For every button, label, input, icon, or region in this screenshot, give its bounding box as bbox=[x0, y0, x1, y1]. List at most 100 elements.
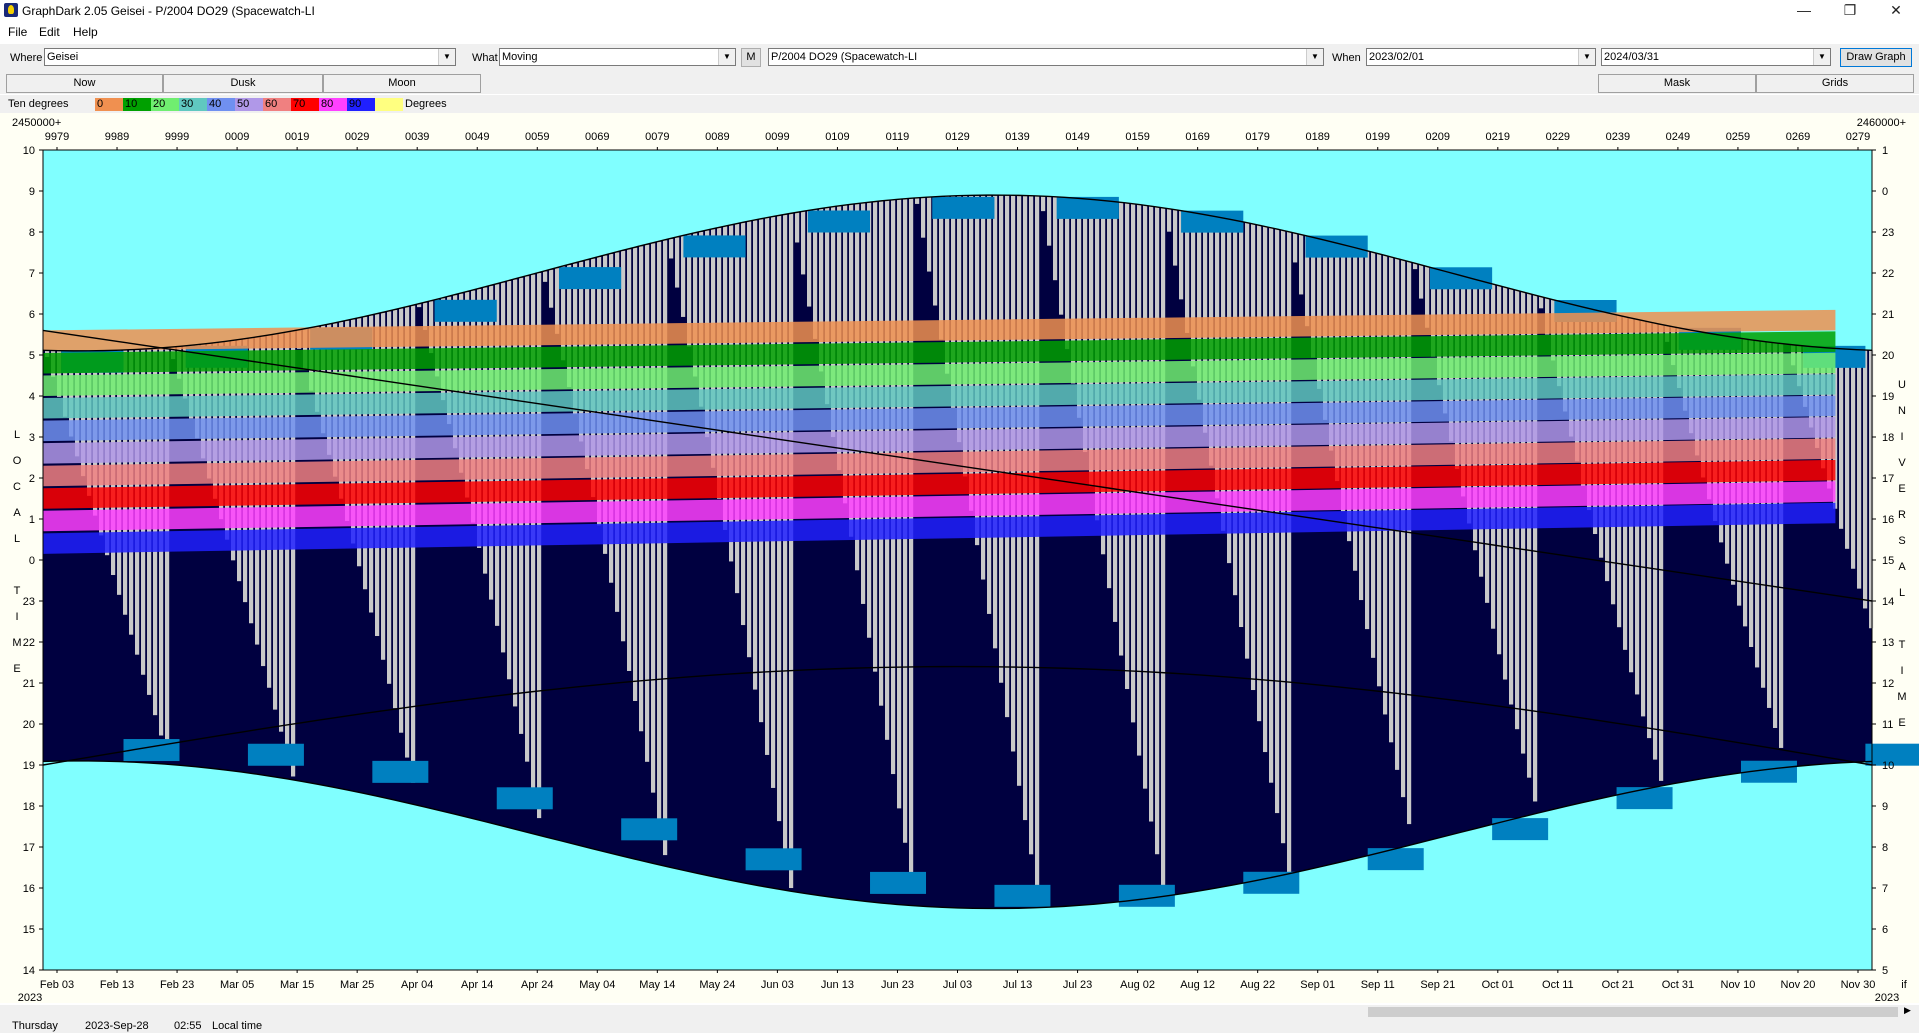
object-combo[interactable]: P/2004 DO29 (Spacewatch-LI ▼ bbox=[768, 48, 1324, 66]
horizontal-scrollbar[interactable]: ▶ bbox=[0, 1005, 1919, 1019]
twilight-block bbox=[372, 760, 429, 783]
scrollbar-thumb[interactable] bbox=[1368, 1007, 1898, 1017]
legend-segment-8: 80 bbox=[319, 98, 347, 111]
date-tick-label: Apr 24 bbox=[521, 979, 553, 991]
right-hour-label: 11 bbox=[1882, 719, 1893, 731]
status-bar: Thursday 2023-Sep-28 02:55 Local time bbox=[0, 1019, 1919, 1033]
maximize-button[interactable]: ❐ bbox=[1827, 0, 1873, 22]
date-tick-label: Jul 03 bbox=[943, 979, 972, 991]
now-button[interactable]: Now bbox=[6, 74, 163, 93]
twilight-block bbox=[247, 743, 304, 766]
start-date-combo[interactable]: 2023/02/01 ▼ bbox=[1366, 48, 1596, 66]
chevron-down-icon[interactable]: ▼ bbox=[718, 49, 735, 65]
universal-time-axis-letter: S bbox=[1898, 535, 1905, 547]
right-hour-label: 17 bbox=[1882, 473, 1894, 485]
twilight-block bbox=[994, 884, 1051, 907]
universal-time-axis-letter: U bbox=[1898, 379, 1906, 391]
jd-tick-label: 0069 bbox=[585, 131, 609, 143]
twilight-block bbox=[1367, 848, 1424, 871]
jd-tick-label: 0049 bbox=[465, 131, 489, 143]
twilight-block bbox=[496, 787, 553, 810]
date-tick-label: Mar 25 bbox=[340, 979, 374, 991]
jd-tick-label: 0239 bbox=[1606, 131, 1630, 143]
date-tick-label: Jun 13 bbox=[821, 979, 854, 991]
jd-tick-label: 0139 bbox=[1005, 131, 1029, 143]
m-button[interactable]: M bbox=[741, 48, 761, 67]
status-mode: Local time bbox=[212, 1020, 263, 1032]
minimize-button[interactable]: — bbox=[1781, 0, 1827, 22]
jd-prefix-left: 2450000+ bbox=[12, 117, 61, 129]
moonlight-bar bbox=[1857, 349, 1862, 589]
twilight-block bbox=[1305, 235, 1368, 258]
scroll-right-icon[interactable]: ▶ bbox=[1904, 1005, 1911, 1016]
left-hour-label: 2 bbox=[29, 473, 35, 485]
twilight-block bbox=[1616, 787, 1673, 810]
moonlight-bar bbox=[1041, 196, 1046, 212]
left-hour-label: 19 bbox=[23, 760, 35, 772]
where-label: Where bbox=[10, 52, 43, 64]
right-hour-label: 19 bbox=[1882, 391, 1894, 403]
twilight-block bbox=[1056, 196, 1119, 219]
moon-button[interactable]: Moon bbox=[323, 74, 481, 93]
right-hour-label: 8 bbox=[1882, 842, 1888, 854]
moonlight-bar bbox=[1845, 349, 1850, 549]
legend-segment-4: 40 bbox=[207, 98, 235, 111]
chevron-down-icon[interactable]: ▼ bbox=[1306, 49, 1323, 65]
jd-tick-label: 0279 bbox=[1846, 131, 1870, 143]
moonlight-bar bbox=[555, 268, 560, 334]
chevron-down-icon[interactable]: ▼ bbox=[438, 49, 455, 65]
status-time: 02:55 bbox=[174, 1020, 202, 1032]
moonlight-bar bbox=[1161, 207, 1166, 887]
date-tick-label: May 14 bbox=[639, 979, 675, 991]
universal-time-axis-letter: N bbox=[1898, 405, 1906, 417]
date-tick-label: Feb 13 bbox=[100, 979, 134, 991]
jd-tick-label: 0269 bbox=[1786, 131, 1810, 143]
view-button-row: Now Dusk Moon Mask Grids bbox=[0, 72, 1919, 94]
twilight-block bbox=[1243, 871, 1300, 894]
jd-prefix-right: 2460000+ bbox=[1857, 117, 1906, 129]
right-hour-label: 18 bbox=[1882, 432, 1894, 444]
title-bar: GraphDark 2.05 Geisei - P/2004 DO29 (Spa… bbox=[0, 0, 1919, 22]
left-hour-label: 17 bbox=[23, 842, 35, 854]
draw-graph-button[interactable]: Draw Graph bbox=[1840, 48, 1912, 67]
close-button[interactable]: ✕ bbox=[1873, 0, 1919, 22]
chevron-down-icon[interactable]: ▼ bbox=[1578, 49, 1595, 65]
start-date-value: 2023/02/01 bbox=[1369, 51, 1425, 63]
grids-button[interactable]: Grids bbox=[1756, 74, 1914, 93]
mask-button[interactable]: Mask bbox=[1598, 74, 1756, 93]
jd-tick-label: 0159 bbox=[1125, 131, 1149, 143]
menu-help[interactable]: Help bbox=[73, 25, 98, 39]
left-hour-label: 20 bbox=[23, 719, 35, 731]
window-title: GraphDark 2.05 Geisei - P/2004 DO29 (Spa… bbox=[22, 4, 315, 18]
what-combo[interactable]: Moving ▼ bbox=[499, 48, 736, 66]
date-tick-label: Nov 10 bbox=[1721, 979, 1756, 991]
date-tick-label: Oct 01 bbox=[1482, 979, 1514, 991]
moonlight-bar bbox=[1851, 349, 1856, 569]
moonlight-bar bbox=[543, 271, 548, 282]
where-combo[interactable]: Geisei ▼ bbox=[44, 48, 456, 66]
jd-tick-label: 0009 bbox=[225, 131, 249, 143]
end-date-value: 2024/03/31 bbox=[1604, 51, 1660, 63]
universal-time-axis-letter: E bbox=[1898, 483, 1905, 495]
date-tick-label: Oct 21 bbox=[1602, 979, 1634, 991]
date-tick-label: Aug 12 bbox=[1180, 979, 1215, 991]
left-hour-label: 22 bbox=[23, 637, 35, 649]
twilight-block bbox=[1492, 818, 1549, 841]
legend-segment-3: 30 bbox=[179, 98, 207, 111]
twilight-block bbox=[932, 196, 995, 219]
right-hour-label: 0 bbox=[1882, 186, 1888, 198]
chevron-down-icon[interactable]: ▼ bbox=[1813, 49, 1830, 65]
moonlight-bar bbox=[669, 238, 674, 259]
left-hour-label: 6 bbox=[29, 309, 35, 321]
left-hour-label: 14 bbox=[23, 965, 35, 977]
twilight-block bbox=[1181, 210, 1244, 233]
date-tick-label: Aug 22 bbox=[1240, 979, 1275, 991]
menu-edit[interactable]: Edit bbox=[39, 25, 60, 39]
menu-file[interactable]: File bbox=[8, 25, 27, 39]
moonlight-bar bbox=[1167, 208, 1172, 232]
menu-bar: File Edit Help bbox=[0, 22, 1919, 42]
dusk-button[interactable]: Dusk bbox=[163, 74, 323, 93]
moonlight-bar bbox=[801, 211, 806, 275]
moonlight-bar bbox=[549, 269, 554, 308]
end-date-combo[interactable]: 2024/03/31 ▼ bbox=[1601, 48, 1831, 66]
